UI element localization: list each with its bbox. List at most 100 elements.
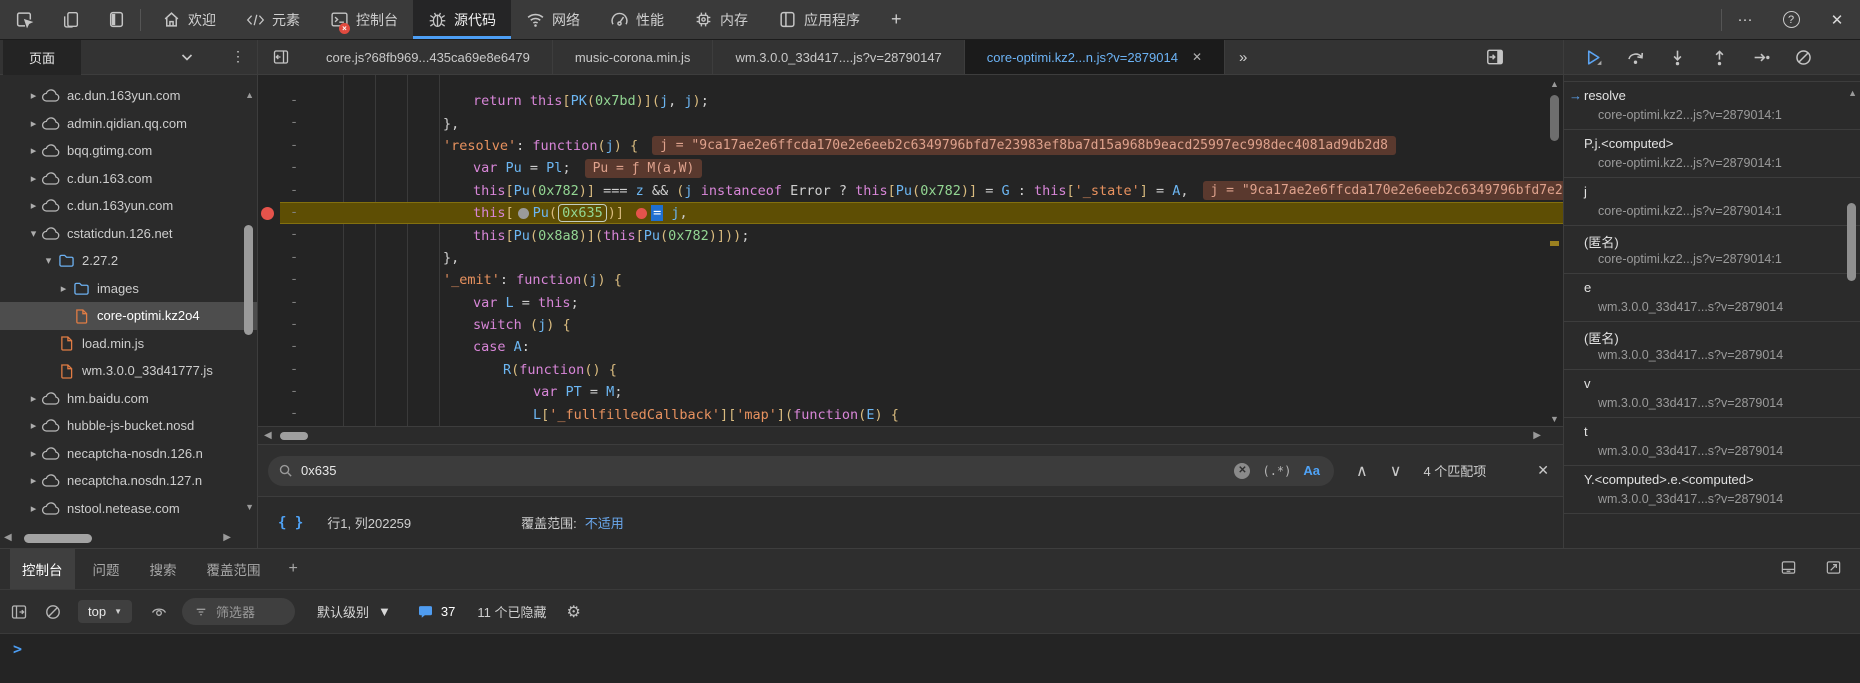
panel-tab-源代码[interactable]: 源代码 <box>413 0 511 39</box>
inline-breakpoint-icon[interactable] <box>518 208 529 219</box>
panel-tab-控制台[interactable]: ×控制台 <box>315 0 413 39</box>
line-gutter[interactable]: - <box>258 247 340 269</box>
line-number[interactable]: - <box>290 405 298 421</box>
tree-item-load.min.js[interactable]: load.min.js <box>0 330 257 358</box>
expander-right-icon[interactable]: ▸ <box>26 199 41 212</box>
line-gutter[interactable]: - <box>258 292 340 314</box>
tree-item-cstaticdun.126.net[interactable]: ▾cstaticdun.126.net <box>0 220 257 248</box>
line-gutter[interactable]: - <box>258 381 340 403</box>
panel-tab-内存[interactable]: 内存 <box>679 0 763 39</box>
expander-right-icon[interactable]: ▸ <box>26 144 41 157</box>
expander-right-icon[interactable]: ▸ <box>26 172 41 185</box>
line-number[interactable]: - <box>290 137 298 153</box>
line-number[interactable]: - <box>290 182 298 198</box>
scrollbar-thumb[interactable] <box>280 432 308 440</box>
message-count[interactable]: 37 <box>417 603 455 621</box>
device-emulation-icon[interactable] <box>60 10 80 30</box>
drawer-tab-控制台[interactable]: 控制台 <box>10 549 75 589</box>
panel-tab-性能[interactable]: 性能 <box>595 0 679 39</box>
scroll-left-icon[interactable]: ◀ <box>264 430 272 441</box>
line-gutter[interactable]: - <box>258 202 340 224</box>
editor-tab[interactable]: core-optimi.kz2...n.js?v=2879014✕ <box>965 40 1225 74</box>
regex-toggle[interactable]: (.*) <box>1262 464 1291 478</box>
line-gutter[interactable]: - <box>258 180 340 202</box>
tab-pages[interactable]: 页面 <box>3 40 81 75</box>
line-gutter[interactable]: - <box>258 403 340 425</box>
call-stack-frame[interactable]: ewm.3.0.0_33d417...s?v=2879014 <box>1564 274 1860 322</box>
dock-panel-icon[interactable] <box>106 10 126 30</box>
line-number[interactable]: - <box>290 383 298 399</box>
line-number[interactable]: - <box>290 361 298 377</box>
line-gutter[interactable]: - <box>258 224 340 246</box>
more-panels-button[interactable]: + <box>875 0 918 39</box>
sidebar-scroll-up-icon[interactable]: ▲ <box>245 90 254 100</box>
call-stack-frame[interactable]: jcore-optimi.kz2...js?v=2879014:1 <box>1564 178 1860 226</box>
expander-right-icon[interactable]: ▸ <box>26 502 41 515</box>
breakpoint-icon[interactable] <box>261 207 274 220</box>
call-stack-frame[interactable]: P.j.<computed>core-optimi.kz2...js?v=287… <box>1564 130 1860 178</box>
line-gutter[interactable]: - <box>258 135 340 157</box>
tree-item-hm.baidu.com[interactable]: ▸hm.baidu.com <box>0 385 257 413</box>
editor-tab[interactable]: wm.3.0.0_33d417....js?v=28790147 <box>713 40 964 74</box>
tree-item-bqq.gtimg.com[interactable]: ▸bqq.gtimg.com <box>0 137 257 165</box>
drawer-tab-搜索[interactable]: 搜索 <box>138 549 189 589</box>
step-into-button[interactable] <box>1668 48 1687 67</box>
tree-item-c.dun.163yun.com[interactable]: ▸c.dun.163yun.com <box>0 192 257 220</box>
expander-down-icon[interactable]: ▾ <box>26 227 41 240</box>
drawer-dock-icon[interactable] <box>1780 559 1797 576</box>
tree-item-ac.dun.163yun.com[interactable]: ▸ac.dun.163yun.com <box>0 82 257 110</box>
line-number[interactable]: - <box>290 159 298 175</box>
tree-item-c.dun.163.com[interactable]: ▸c.dun.163.com <box>0 165 257 193</box>
add-drawer-tab-button[interactable]: + <box>279 549 308 589</box>
more-options-icon[interactable]: ··· <box>1722 0 1768 40</box>
editor-vertical-scrollbar[interactable]: ▲ ▼ <box>1546 75 1563 426</box>
expander-right-icon[interactable]: ▸ <box>26 419 41 432</box>
tree-item-2.27.2[interactable]: ▾2.27.2 <box>0 247 257 275</box>
scroll-right-icon[interactable]: ▶ <box>1533 430 1541 441</box>
scroll-down-icon[interactable]: ▼ <box>1550 414 1559 424</box>
sidebar-horizontal-scrollbar[interactable]: ◀ ▶ <box>0 532 257 546</box>
scrollbar-thumb[interactable] <box>24 534 92 543</box>
editor-tab[interactable]: core.js?68fb969...435ca69e8e6479 <box>304 40 553 74</box>
tree-item-admin.qidian.qq.com[interactable]: ▸admin.qidian.qq.com <box>0 110 257 138</box>
coverage-value-link[interactable]: 不适用 <box>585 513 624 532</box>
previous-match-icon[interactable]: ∧ <box>1356 461 1368 481</box>
line-number[interactable]: - <box>290 316 298 332</box>
resume-button[interactable] <box>1584 48 1603 67</box>
inspect-icon[interactable] <box>14 10 34 30</box>
help-icon[interactable]: ? <box>1768 0 1814 40</box>
line-gutter[interactable]: - <box>258 90 340 112</box>
call-stack-frame[interactable]: →resolvecore-optimi.kz2...js?v=2879014:1 <box>1564 82 1860 130</box>
expander-down-icon[interactable]: ▾ <box>41 254 56 267</box>
scroll-right-icon[interactable]: ▶ <box>223 532 231 543</box>
line-number[interactable]: - <box>290 249 298 265</box>
show-debugger-panel-icon[interactable] <box>1485 47 1505 67</box>
line-number[interactable]: - <box>290 92 298 108</box>
panel-tab-网络[interactable]: 网络 <box>511 0 595 39</box>
expander-right-icon[interactable]: ▸ <box>26 447 41 460</box>
live-expression-icon[interactable] <box>150 603 168 621</box>
callstack-scroll-up-icon[interactable]: ▲ <box>1848 88 1857 98</box>
line-gutter[interactable]: - <box>258 359 340 381</box>
scrollbar-thumb[interactable] <box>1550 95 1559 141</box>
expander-right-icon[interactable]: ▸ <box>26 117 41 130</box>
close-search-icon[interactable]: ✕ <box>1537 462 1549 479</box>
tree-item-core-optimi.kz2o4[interactable]: core-optimi.kz2o4 <box>0 302 257 330</box>
drawer-expand-icon[interactable] <box>1825 559 1842 576</box>
match-case-toggle[interactable]: Aa <box>1303 463 1320 478</box>
expander-right-icon[interactable]: ▸ <box>26 89 41 102</box>
clear-console-icon[interactable] <box>44 603 62 621</box>
next-match-icon[interactable]: ∨ <box>1390 461 1402 481</box>
call-stack-frame[interactable]: (匿名)core-optimi.kz2...js?v=2879014:1 <box>1564 226 1860 274</box>
line-number[interactable]: - <box>290 294 298 310</box>
chevron-down-icon[interactable] <box>178 48 196 66</box>
call-stack-frame[interactable]: vwm.3.0.0_33d417...s?v=2879014 <box>1564 370 1860 418</box>
tree-item-necaptcha-nosdn.126.n[interactable]: ▸necaptcha-nosdn.126.n <box>0 440 257 468</box>
expander-right-icon[interactable]: ▸ <box>26 474 41 487</box>
scroll-up-icon[interactable]: ▲ <box>1550 79 1559 89</box>
tree-item-hubble-js-bucket.nosd[interactable]: ▸hubble-js-bucket.nosd <box>0 412 257 440</box>
drawer-tab-覆盖范围[interactable]: 覆盖范围 <box>195 549 273 589</box>
editor-horizontal-scrollbar[interactable]: ◀ ▶ <box>258 426 1563 444</box>
hidden-messages-label[interactable]: 11 个已隐藏 <box>477 602 546 621</box>
console-settings-icon[interactable]: ⚙ <box>566 602 580 622</box>
